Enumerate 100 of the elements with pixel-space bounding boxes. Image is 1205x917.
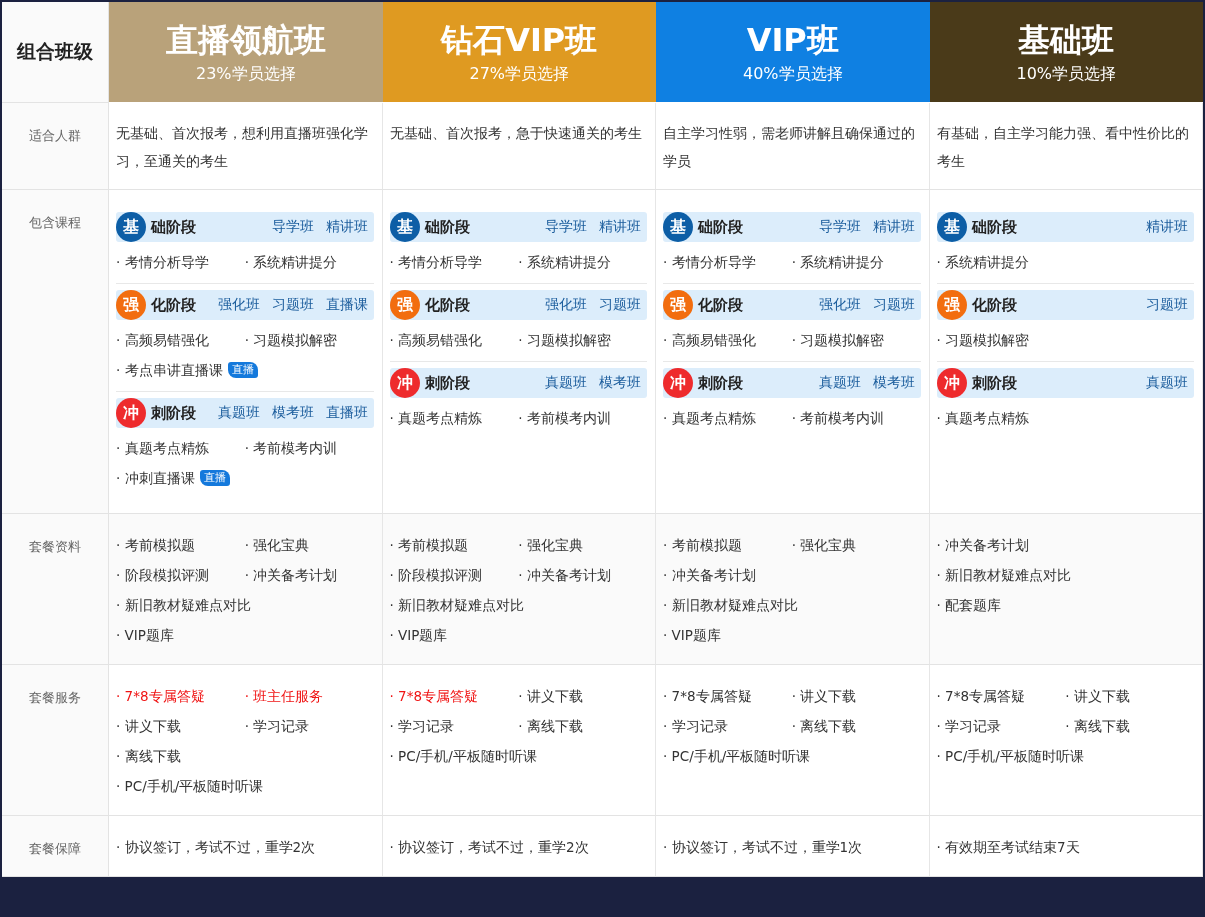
class-link[interactable]: 精讲班	[325, 218, 368, 236]
list-item: · 7*8专属答疑	[663, 687, 752, 706]
stage-badge: 强	[936, 290, 967, 320]
list-item: · 冲关备考计划	[936, 536, 1030, 555]
live-tag: 直播	[199, 470, 230, 486]
class-link[interactable]: 真题班	[217, 404, 260, 422]
class-link[interactable]: 直播课	[325, 296, 368, 314]
list-item: · PC/手机/平板随时听课	[116, 777, 264, 796]
list-item: · 新旧教材疑难点对比	[936, 566, 1072, 585]
list-item: · 考情分析导学	[116, 253, 209, 272]
stage-badge: 冲	[663, 368, 693, 398]
class-link[interactable]: 精讲班	[872, 218, 915, 236]
stage-title: 础阶段	[971, 217, 1017, 237]
class-link[interactable]: 导学班	[818, 218, 861, 236]
plan-title: 钻石VIP班	[441, 20, 598, 60]
list-item: · 考前模拟题	[116, 536, 195, 555]
stage-title: 化阶段	[698, 295, 743, 315]
list-item: · 新旧教材疑难点对比	[663, 596, 798, 615]
list-item: · 讲义下载	[518, 687, 583, 706]
stage-badge: 冲	[116, 398, 146, 428]
list-item: · 系统精讲提分	[936, 253, 1030, 272]
list-item: · VIP题库	[389, 626, 448, 645]
list-item: · 强化宝典	[791, 536, 857, 555]
class-link[interactable]: 模考班	[872, 374, 915, 392]
list-item: · VIP题库	[663, 626, 721, 645]
list-item: · PC/手机/平板随时听课	[663, 747, 811, 766]
list-item: · 学习记录	[389, 717, 455, 736]
list-item: · 习题模拟解密	[936, 331, 1030, 350]
list-item: · 学习记录	[663, 717, 728, 736]
list-item: · 真题考点精炼	[936, 409, 1030, 428]
list-item: · 考前模拟题	[663, 536, 742, 555]
row-label: 套餐服务	[29, 690, 81, 705]
list-item: · 协议签订，考试不过，重学2次	[389, 838, 589, 857]
list-item: · 7*8专属答疑	[936, 687, 1025, 706]
class-link[interactable]: 强化班	[545, 296, 587, 314]
list-item: · 系统精讲提分	[791, 253, 885, 272]
stage-badge: 强	[116, 290, 146, 320]
list-item: · 班主任服务	[244, 687, 324, 706]
stage-title: 础阶段	[151, 217, 196, 237]
list-item: · VIP题库	[116, 626, 174, 645]
list-item: · 冲关备考计划	[244, 566, 338, 585]
list-item: · 系统精讲提分	[518, 253, 611, 272]
list-item: · 真题考点精炼	[663, 409, 756, 428]
class-link[interactable]: 习题班	[1146, 296, 1188, 314]
plan-subtitle: 27%学员选择	[469, 64, 570, 84]
list-item: · 考前模考内训	[518, 409, 611, 428]
list-item: · 离线下载	[518, 717, 583, 736]
list-item: · 冲刺直播课	[116, 469, 195, 488]
cell-text: 无基础、首次报考，想利用直播班强化学习，至通关的考生	[116, 124, 369, 171]
class-link[interactable]: 习题班	[599, 296, 641, 314]
class-link[interactable]: 导学班	[271, 218, 314, 236]
list-item: · 高频易错强化	[116, 331, 209, 350]
stage-badge: 冲	[389, 368, 420, 398]
class-link[interactable]: 直播班	[325, 404, 368, 422]
plan-subtitle: 40%学员选择	[742, 64, 843, 84]
list-item: · 协议签订，考试不过，重学1次	[663, 838, 863, 857]
list-item: · 高频易错强化	[663, 331, 756, 350]
class-link[interactable]: 真题班	[545, 374, 587, 392]
list-item: · 强化宝典	[244, 536, 310, 555]
stage-badge: 强	[389, 290, 420, 320]
list-item: · 讲义下载	[791, 687, 857, 706]
list-item: · 考情分析导学	[389, 253, 483, 272]
class-link[interactable]: 习题班	[872, 296, 915, 314]
stage-title: 础阶段	[698, 217, 743, 237]
stage-title: 刺阶段	[424, 373, 470, 393]
class-link[interactable]: 精讲班	[1146, 218, 1188, 236]
stage-badge: 冲	[936, 368, 967, 398]
list-item: · 协议签订，考试不过，重学2次	[116, 838, 316, 857]
class-link[interactable]: 习题班	[271, 296, 314, 314]
list-item: · 考前模考内训	[244, 439, 338, 458]
row-label: 适合人群	[29, 128, 81, 143]
cell-text: 无基础、首次报考，急于快速通关的考生	[389, 124, 643, 143]
stage-title: 础阶段	[424, 217, 470, 237]
list-item: · 冲关备考计划	[663, 566, 756, 585]
class-link[interactable]: 强化班	[217, 296, 260, 314]
class-link[interactable]: 导学班	[545, 218, 587, 236]
stage-title: 化阶段	[151, 295, 196, 315]
list-item: · 冲关备考计划	[518, 566, 611, 585]
list-item: · 新旧教材疑难点对比	[389, 596, 525, 615]
stage-badge: 强	[663, 290, 693, 320]
class-link[interactable]: 精讲班	[599, 218, 641, 236]
list-item: · 阶段模拟评测	[389, 566, 483, 585]
class-link[interactable]: 真题班	[1146, 374, 1188, 392]
list-item: · 习题模拟解密	[518, 331, 611, 350]
cell-text: 自主学习性弱，需老师讲解且确保通过的学员	[663, 124, 916, 171]
list-item: · 离线下载	[1065, 717, 1130, 736]
list-item: · 学习记录	[936, 717, 1002, 736]
class-link[interactable]: 模考班	[599, 374, 641, 392]
list-item: · 习题模拟解密	[791, 331, 885, 350]
stage-badge: 基	[936, 212, 967, 242]
list-item: · PC/手机/平板随时听课	[389, 747, 537, 766]
list-item: · 阶段模拟评测	[116, 566, 209, 585]
list-item: · 配套题库	[936, 596, 1002, 615]
class-link[interactable]: 真题班	[818, 374, 861, 392]
list-item: · 考前模拟题	[389, 536, 469, 555]
class-link[interactable]: 模考班	[271, 404, 314, 422]
list-item: · 7*8专属答疑	[116, 687, 205, 706]
class-link[interactable]: 强化班	[818, 296, 861, 314]
row-label: 套餐保障	[29, 841, 81, 856]
list-item: · 系统精讲提分	[244, 253, 338, 272]
